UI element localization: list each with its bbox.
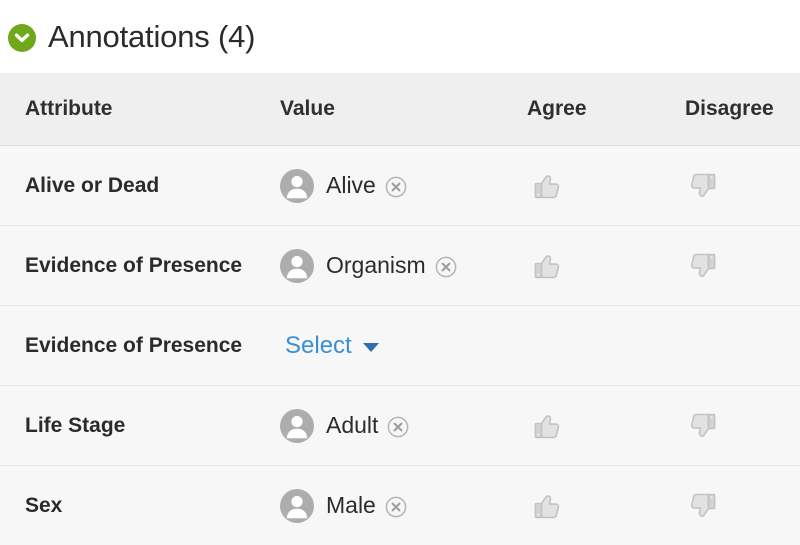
thumbs-up-icon[interactable] — [527, 407, 565, 445]
column-header-agree: Agree — [515, 97, 667, 121]
thumbs-up-icon[interactable] — [527, 167, 565, 205]
remove-circle-icon[interactable] — [387, 416, 409, 438]
user-avatar-icon — [280, 488, 314, 523]
thumbs-down-icon[interactable] — [685, 487, 723, 525]
table-row: Sex Male — [0, 465, 800, 545]
row-disagree-cell — [667, 247, 800, 285]
user-avatar-icon — [280, 408, 314, 443]
annotations-table: Attribute Value Agree Disagree Alive or … — [0, 73, 800, 545]
thumbs-down-icon[interactable] — [685, 247, 723, 285]
table-row: Evidence of Presence Organism — [0, 225, 800, 305]
column-header-disagree-label: Disagree — [685, 97, 774, 120]
caret-down-icon — [362, 343, 379, 352]
attribute-label: Alive or Dead — [25, 173, 160, 197]
row-value-cell: Organism — [275, 248, 515, 283]
annotations-panel: Annotations (4) Attribute Value Agree Di… — [0, 0, 800, 545]
row-value-cell: Alive — [275, 168, 515, 203]
column-header-disagree: Disagree — [667, 97, 800, 121]
row-attribute-cell: Life Stage — [0, 414, 275, 438]
row-value-cell: Adult — [275, 408, 515, 443]
table-row: Evidence of Presence Select — [0, 305, 800, 385]
annotation-value: Alive — [326, 172, 376, 198]
attribute-label: Evidence of Presence — [25, 253, 243, 277]
remove-circle-icon[interactable] — [385, 496, 407, 518]
table-row: Alive or Dead Alive — [0, 145, 800, 225]
row-value-cell: Male — [275, 488, 515, 523]
row-attribute-cell: Evidence of Presence — [0, 334, 275, 358]
thumbs-down-icon[interactable] — [685, 167, 723, 205]
row-disagree-cell — [667, 167, 800, 205]
column-header-attribute: Attribute — [0, 97, 275, 121]
row-value-cell: Select — [275, 331, 515, 359]
table-row: Life Stage Adult — [0, 385, 800, 465]
user-avatar-icon — [280, 168, 314, 203]
row-attribute-cell: Alive or Dead — [0, 174, 275, 198]
column-header-attribute-label: Attribute — [25, 97, 113, 120]
attribute-label: Life Stage — [25, 413, 126, 437]
value-select-dropdown[interactable]: Select — [285, 331, 379, 359]
row-agree-cell — [515, 407, 667, 445]
annotation-value: Adult — [326, 412, 379, 438]
thumbs-down-icon[interactable] — [685, 407, 723, 445]
row-attribute-cell: Sex — [0, 494, 275, 518]
remove-circle-icon[interactable] — [435, 256, 457, 278]
row-agree-cell — [515, 487, 667, 525]
value-select-label: Select — [285, 331, 352, 359]
thumbs-up-icon[interactable] — [527, 247, 565, 285]
attribute-label: Sex — [25, 493, 63, 517]
column-header-value: Value — [275, 97, 515, 121]
remove-circle-icon[interactable] — [385, 176, 407, 198]
thumbs-up-icon[interactable] — [527, 487, 565, 525]
annotation-value: Male — [326, 492, 376, 518]
attribute-label: Evidence of Presence — [25, 333, 243, 357]
table-header-row: Attribute Value Agree Disagree — [0, 73, 800, 145]
user-avatar-icon — [280, 248, 314, 283]
page-title: Annotations (4) — [48, 19, 256, 54]
annotations-section-header[interactable]: Annotations (4) — [0, 0, 800, 73]
column-header-agree-label: Agree — [527, 97, 587, 120]
annotation-value: Organism — [326, 252, 426, 278]
column-header-value-label: Value — [280, 97, 335, 120]
row-agree-cell — [515, 247, 667, 285]
row-attribute-cell: Evidence of Presence — [0, 254, 275, 278]
row-disagree-cell — [667, 407, 800, 445]
chevron-down-circle-icon[interactable] — [8, 23, 36, 52]
row-disagree-cell — [667, 487, 800, 525]
row-agree-cell — [515, 167, 667, 205]
